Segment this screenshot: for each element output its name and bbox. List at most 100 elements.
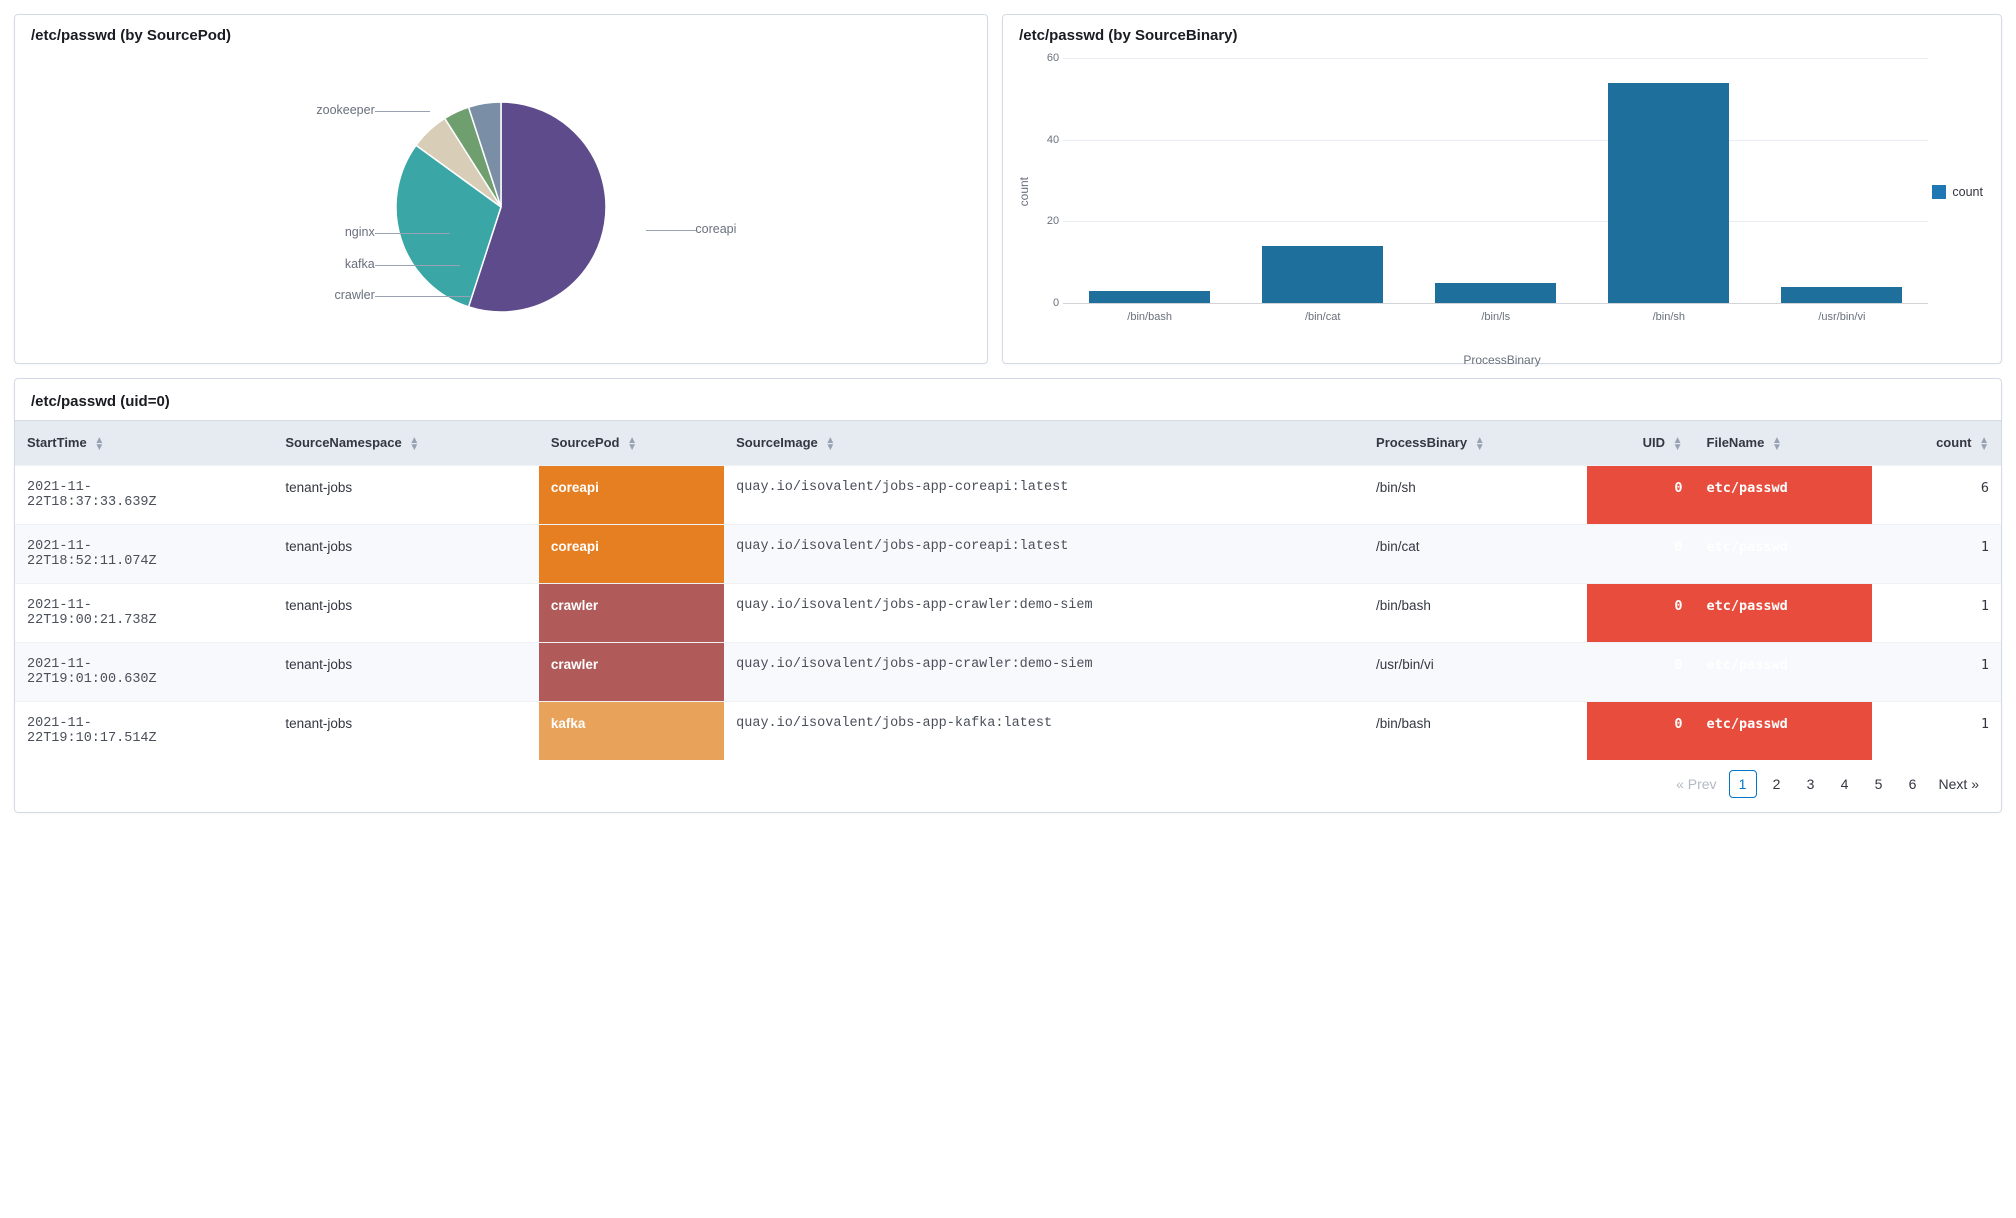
pie-label-coreapi: coreapi (695, 222, 736, 236)
table-row[interactable]: 2021-11-22T18:37:33.639Ztenant-jobscorea… (15, 465, 2001, 524)
bar-panel: /etc/passwd (by SourceBinary) count 0204… (1002, 14, 2002, 364)
bar-bincat[interactable] (1262, 246, 1383, 303)
cell-processbinary: /bin/bash (1364, 701, 1587, 760)
bar-binls[interactable] (1435, 283, 1556, 303)
bar-track: /usr/bin/vi (1755, 58, 1928, 303)
cell-uid: 0 (1587, 465, 1695, 524)
pager-page-2[interactable]: 2 (1763, 770, 1791, 798)
bar-y-tick: 40 (1047, 134, 1059, 146)
cell-filename: etc/passwd (1695, 465, 1872, 524)
sort-icon[interactable]: ▲▼ (409, 437, 419, 451)
cell-namespace: tenant-jobs (273, 524, 539, 583)
table-panel: /etc/passwd (uid=0) StartTime ▲▼SourceNa… (14, 378, 2002, 813)
pie-leader-coreapi (646, 230, 696, 231)
pie-leader-nginx (375, 233, 450, 234)
col-StartTime[interactable]: StartTime ▲▼ (15, 421, 273, 466)
pager-page-3[interactable]: 3 (1797, 770, 1825, 798)
bar-x-tick: /usr/bin/vi (1818, 311, 1865, 323)
table-row[interactable]: 2021-11-22T19:00:21.738Ztenant-jobscrawl… (15, 583, 2001, 642)
cell-starttime: 2021-11-22T18:52:11.074Z (15, 524, 273, 583)
bar-binsh[interactable] (1608, 83, 1729, 304)
pager-page-6[interactable]: 6 (1899, 770, 1927, 798)
bar-x-tick: /bin/ls (1481, 311, 1510, 323)
table-row[interactable]: 2021-11-22T18:52:11.074Ztenant-jobscorea… (15, 524, 2001, 583)
sort-icon[interactable]: ▲▼ (94, 437, 104, 451)
cell-uid: 0 (1587, 583, 1695, 642)
cell-starttime: 2021-11-22T18:37:33.639Z (15, 465, 273, 524)
cell-filename: etc/passwd (1695, 524, 1872, 583)
cell-filename: etc/passwd (1695, 642, 1872, 701)
bar-x-tick: /bin/sh (1653, 311, 1685, 323)
bar-legend: count (1928, 58, 1991, 325)
pie-panel-title: /etc/passwd (by SourcePod) (15, 15, 987, 50)
cell-processbinary: /bin/sh (1364, 465, 1587, 524)
pie-label-crawler: crawler (334, 288, 374, 302)
pie-leader-crawler (375, 296, 470, 297)
sort-icon[interactable]: ▲▼ (627, 437, 637, 451)
pager-page-5[interactable]: 5 (1865, 770, 1893, 798)
bar-binbash[interactable] (1089, 291, 1210, 303)
cell-sourceimage: quay.io/isovalent/jobs-app-crawler:demo-… (724, 642, 1364, 701)
cell-filename: etc/passwd (1695, 701, 1872, 760)
cell-processbinary: /usr/bin/vi (1364, 642, 1587, 701)
col-SourceImage[interactable]: SourceImage ▲▼ (724, 421, 1364, 466)
sort-icon[interactable]: ▲▼ (825, 437, 835, 451)
cell-uid: 0 (1587, 524, 1695, 583)
pager-next[interactable]: Next » (1933, 770, 1985, 798)
col-count[interactable]: count ▲▼ (1872, 421, 2001, 466)
pager-page-1[interactable]: 1 (1729, 770, 1757, 798)
cell-sourcepod: crawler (539, 642, 724, 701)
cell-namespace: tenant-jobs (273, 465, 539, 524)
bar-chart[interactable]: count 0204060/bin/bash/bin/cat/bin/ls/bi… (1003, 50, 2001, 329)
pagination: « Prev123456Next » (15, 760, 2001, 812)
col-ProcessBinary[interactable]: ProcessBinary ▲▼ (1364, 421, 1587, 466)
table-row[interactable]: 2021-11-22T19:10:17.514Ztenant-jobskafka… (15, 701, 2001, 760)
col-SourceNamespace[interactable]: SourceNamespace ▲▼ (273, 421, 539, 466)
cell-sourcepod: kafka (539, 701, 724, 760)
bar-plot-area: 0204060/bin/bash/bin/cat/bin/ls/bin/sh/u… (1063, 58, 1928, 303)
cell-count: 6 (1872, 465, 2001, 524)
pie-leader-kafka (375, 265, 460, 266)
bar-track: /bin/cat (1236, 58, 1409, 303)
cell-processbinary: /bin/bash (1364, 583, 1587, 642)
cell-count: 1 (1872, 701, 2001, 760)
cell-sourceimage: quay.io/isovalent/jobs-app-coreapi:lates… (724, 524, 1364, 583)
bar-usrbinvi[interactable] (1781, 287, 1902, 303)
cell-sourcepod: crawler (539, 583, 724, 642)
cell-count: 1 (1872, 583, 2001, 642)
cell-sourceimage: quay.io/isovalent/jobs-app-coreapi:lates… (724, 465, 1364, 524)
col-FileName[interactable]: FileName ▲▼ (1695, 421, 1872, 466)
pager-page-4[interactable]: 4 (1831, 770, 1859, 798)
pie-label-nginx: nginx (345, 225, 375, 239)
cell-sourceimage: quay.io/isovalent/jobs-app-kafka:latest (724, 701, 1364, 760)
sort-icon[interactable]: ▲▼ (1979, 437, 1989, 451)
table-body: 2021-11-22T18:37:33.639Ztenant-jobscorea… (15, 465, 2001, 760)
table-header-row: StartTime ▲▼SourceNamespace ▲▼SourcePod … (15, 421, 2001, 466)
bar-y-tick: 60 (1047, 52, 1059, 64)
cell-starttime: 2021-11-22T19:01:00.630Z (15, 642, 273, 701)
col-UID[interactable]: UID ▲▼ (1587, 421, 1695, 466)
cell-uid: 0 (1587, 642, 1695, 701)
pie-label-zookeeper: zookeeper (316, 103, 374, 117)
cell-namespace: tenant-jobs (273, 583, 539, 642)
bar-track: /bin/sh (1582, 58, 1755, 303)
cell-uid: 0 (1587, 701, 1695, 760)
bar-track: /bin/bash (1063, 58, 1236, 303)
cell-namespace: tenant-jobs (273, 701, 539, 760)
sort-icon[interactable]: ▲▼ (1475, 437, 1485, 451)
table-panel-title: /etc/passwd (uid=0) (15, 379, 2001, 420)
sort-icon[interactable]: ▲▼ (1772, 437, 1782, 451)
sort-icon[interactable]: ▲▼ (1673, 437, 1683, 451)
bar-x-tick: /bin/bash (1127, 311, 1172, 323)
bar-legend-text: count (1952, 185, 1983, 199)
cell-sourcepod: coreapi (539, 524, 724, 583)
pie-chart-svg (391, 97, 611, 317)
cell-filename: etc/passwd (1695, 583, 1872, 642)
bar-y-tick: 20 (1047, 215, 1059, 227)
table-row[interactable]: 2021-11-22T19:01:00.630Ztenant-jobscrawl… (15, 642, 2001, 701)
pie-chart[interactable]: coreapizookeepernginxkafkacrawler (15, 50, 987, 363)
cell-sourcepod: coreapi (539, 465, 724, 524)
col-SourcePod[interactable]: SourcePod ▲▼ (539, 421, 724, 466)
bar-track: /bin/ls (1409, 58, 1582, 303)
pager-prev: « Prev (1670, 770, 1722, 798)
